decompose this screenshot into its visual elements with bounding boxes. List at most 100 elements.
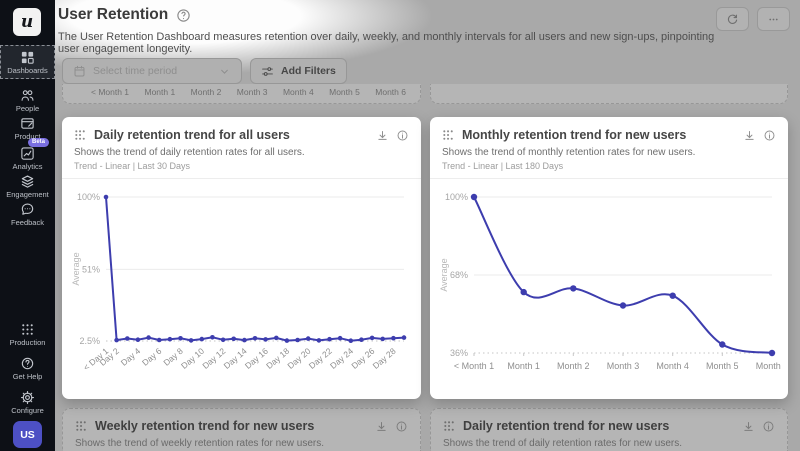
svg-text:Day 10: Day 10 xyxy=(179,346,206,371)
svg-text:Day 20: Day 20 xyxy=(285,346,312,371)
sidebar-item-label: Configure xyxy=(11,405,44,415)
svg-text:100%: 100% xyxy=(77,192,100,202)
svg-text:36%: 36% xyxy=(450,348,468,358)
svg-text:Day 22: Day 22 xyxy=(307,346,334,371)
header-actions xyxy=(716,7,790,31)
info-icon[interactable] xyxy=(762,420,775,433)
svg-text:Month 6: Month 6 xyxy=(756,361,781,371)
axis-label: Month 4 xyxy=(282,87,314,97)
axis-label: Month 6 xyxy=(375,87,406,97)
download-icon[interactable] xyxy=(743,129,756,142)
more-button[interactable] xyxy=(757,7,790,31)
axis-label: Month 2 xyxy=(190,87,222,97)
refresh-button[interactable] xyxy=(716,7,749,31)
time-period-placeholder: Select time period xyxy=(93,65,178,77)
sidebar-item-production[interactable]: Production xyxy=(0,318,55,350)
svg-text:Day 12: Day 12 xyxy=(200,346,227,371)
partial-card-top-left: < Month 1 Month 1 Month 2 Month 3 Month 4 Mon… xyxy=(62,84,421,104)
page-header: User Retention xyxy=(58,6,191,24)
svg-text:100%: 100% xyxy=(445,192,468,202)
axis-label: Month 3 xyxy=(236,87,268,97)
x-axis-labels: < Month 1 Month 1 Month 2 Month 3 Month 4 Mon… xyxy=(91,87,406,97)
page-description: The User Retention Dashboard measures re… xyxy=(58,31,715,55)
axis-label: Month 5 xyxy=(329,87,360,97)
download-icon[interactable] xyxy=(376,129,389,142)
svg-text:Month 2: Month 2 xyxy=(557,361,590,371)
app-root: u Dashboards People Product Beta Analyti… xyxy=(0,0,800,451)
card-monthly-retention-new-users: Monthly retention trend for new users Sh… xyxy=(430,117,788,399)
card-meta: Trend - Linear | Last 30 Days xyxy=(74,161,191,171)
sidebar-item-label: Production xyxy=(9,337,46,347)
app-logo[interactable]: u xyxy=(13,8,41,36)
card-header: Monthly retention trend for new users Sh… xyxy=(430,117,788,179)
info-icon[interactable] xyxy=(763,129,776,142)
svg-text:Month 1: Month 1 xyxy=(507,361,540,371)
card-subtitle: Shows the trend of weekly retention rate… xyxy=(75,438,325,449)
monthly-retention-chart[interactable]: 100% 68% 36% Average < Month 1 Month 1 Month 2… xyxy=(438,183,781,389)
card-subtitle: Shows the trend of daily retention rates… xyxy=(443,438,683,449)
trend-glyph-icon xyxy=(444,420,454,431)
add-filters-label: Add Filters xyxy=(281,65,336,77)
sidebar: u Dashboards People Product Beta Analyti… xyxy=(0,0,55,451)
refresh-icon xyxy=(727,14,738,24)
svg-text:Day 28: Day 28 xyxy=(371,346,398,371)
svg-text:Day 4: Day 4 xyxy=(119,346,143,368)
product-icon xyxy=(21,118,34,129)
sidebar-item-configure[interactable]: Configure xyxy=(0,386,55,418)
partial-card-top-right xyxy=(430,84,788,104)
svg-text:< Month 1: < Month 1 xyxy=(454,361,494,371)
axis-label: Month 1 xyxy=(144,87,176,97)
trend-glyph-icon xyxy=(76,420,86,431)
daily-retention-chart[interactable]: 100%51%2.5%Average< Day 1Day 2Day 4Day 6… xyxy=(70,183,413,389)
svg-text:Month 4: Month 4 xyxy=(656,361,689,371)
card-subtitle: Shows the trend of daily retention rates… xyxy=(74,147,305,158)
card-title: Daily retention trend for all users xyxy=(94,128,290,142)
calendar-icon xyxy=(74,65,85,76)
svg-text:Average: Average xyxy=(439,258,449,291)
time-period-select[interactable]: Select time period xyxy=(62,58,242,84)
user-avatar[interactable]: US xyxy=(13,421,42,448)
download-icon[interactable] xyxy=(742,420,755,433)
beta-badge: Beta xyxy=(27,138,49,148)
filter-sliders-icon xyxy=(262,66,273,76)
card-title: Monthly retention trend for new users xyxy=(462,128,687,142)
svg-text:Day 18: Day 18 xyxy=(264,346,291,371)
help-icon[interactable] xyxy=(176,8,191,23)
sidebar-item-dashboards[interactable]: Dashboards xyxy=(0,45,55,79)
chevron-down-icon xyxy=(221,69,228,74)
card-daily-retention-all-users: Daily retention trend for all users Show… xyxy=(62,117,421,399)
analytics-icon xyxy=(21,147,34,160)
card-header: Daily retention trend for all users Show… xyxy=(62,117,421,179)
svg-text:Day 24: Day 24 xyxy=(328,346,355,371)
svg-text:2.5%: 2.5% xyxy=(79,336,100,346)
page-title: User Retention xyxy=(58,6,169,23)
svg-text:Month 3: Month 3 xyxy=(607,361,640,371)
svg-text:68%: 68% xyxy=(450,270,468,280)
svg-text:Day 6: Day 6 xyxy=(140,346,164,368)
svg-text:Day 26: Day 26 xyxy=(349,346,376,371)
feedback-icon xyxy=(21,203,34,215)
info-icon[interactable] xyxy=(395,420,408,433)
engagement-icon xyxy=(21,175,34,188)
configure-icon xyxy=(20,390,35,404)
svg-text:Average: Average xyxy=(71,252,81,285)
sidebar-item-feedback[interactable]: Feedback xyxy=(0,198,55,230)
card-title: Daily retention trend for new users xyxy=(463,419,670,433)
people-icon xyxy=(21,90,34,101)
trend-glyph-icon xyxy=(75,129,85,140)
sidebar-item-label: Dashboards xyxy=(7,65,48,75)
add-filters-button[interactable]: Add Filters xyxy=(250,58,347,84)
info-icon[interactable] xyxy=(396,129,409,142)
more-icon xyxy=(769,18,778,20)
card-subtitle: Shows the trend of monthly retention rat… xyxy=(442,147,696,158)
sidebar-item-label: Get Help xyxy=(12,371,43,381)
dashboards-icon xyxy=(21,51,34,64)
card-title: Weekly retention trend for new users xyxy=(95,419,315,433)
download-icon[interactable] xyxy=(375,420,388,433)
svg-text:Day 16: Day 16 xyxy=(243,346,270,371)
filter-bar: Select time period Add Filters xyxy=(62,58,347,84)
trend-glyph-icon xyxy=(443,129,453,140)
card-daily-retention-new-users: Daily retention trend for new users Show… xyxy=(430,408,788,451)
svg-text:Month 5: Month 5 xyxy=(706,361,739,371)
sidebar-item-get-help[interactable]: Get Help xyxy=(0,352,55,384)
